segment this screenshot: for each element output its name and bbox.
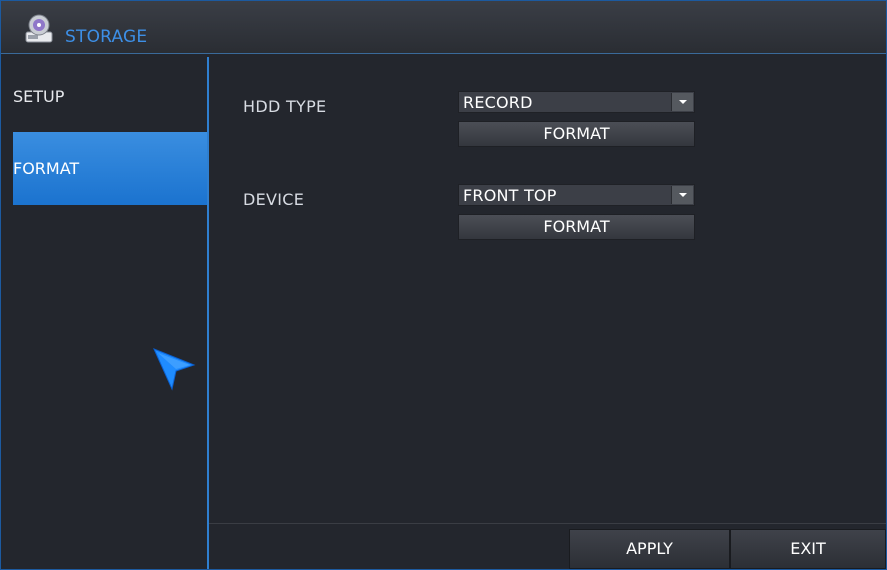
sidebar-item-setup[interactable]: SETUP [13,87,207,113]
hdd-format-button[interactable]: FORMAT [458,121,695,147]
sidebar-item-label: FORMAT [13,159,80,178]
device-value: FRONT TOP [463,186,557,205]
apply-button[interactable]: APPLY [569,529,730,569]
hdd-type-select[interactable]: RECORD [458,91,695,113]
sidebar-item-label: SETUP [13,87,65,106]
exit-button[interactable]: EXIT [730,529,886,569]
device-select[interactable]: FRONT TOP [458,184,695,206]
mouse-pointer-icon [153,348,196,391]
window-title: STORAGE [65,27,148,47]
hdd-type-value: RECORD [463,93,533,112]
sidebar-item-format[interactable]: FORMAT [13,132,207,205]
chevron-down-icon[interactable] [671,93,693,111]
title-bar: STORAGE [1,1,886,54]
device-label: DEVICE [243,190,305,209]
hdd-type-label: HDD TYPE [243,97,327,116]
device-format-button[interactable]: FORMAT [458,214,695,240]
disk-drive-icon [25,14,53,43]
chevron-down-icon[interactable] [671,186,693,204]
footer-divider [209,523,886,524]
storage-window: STORAGE SETUP FORMAT HDD TYPE RECORD FOR… [0,0,887,570]
sidebar-divider [207,57,209,569]
